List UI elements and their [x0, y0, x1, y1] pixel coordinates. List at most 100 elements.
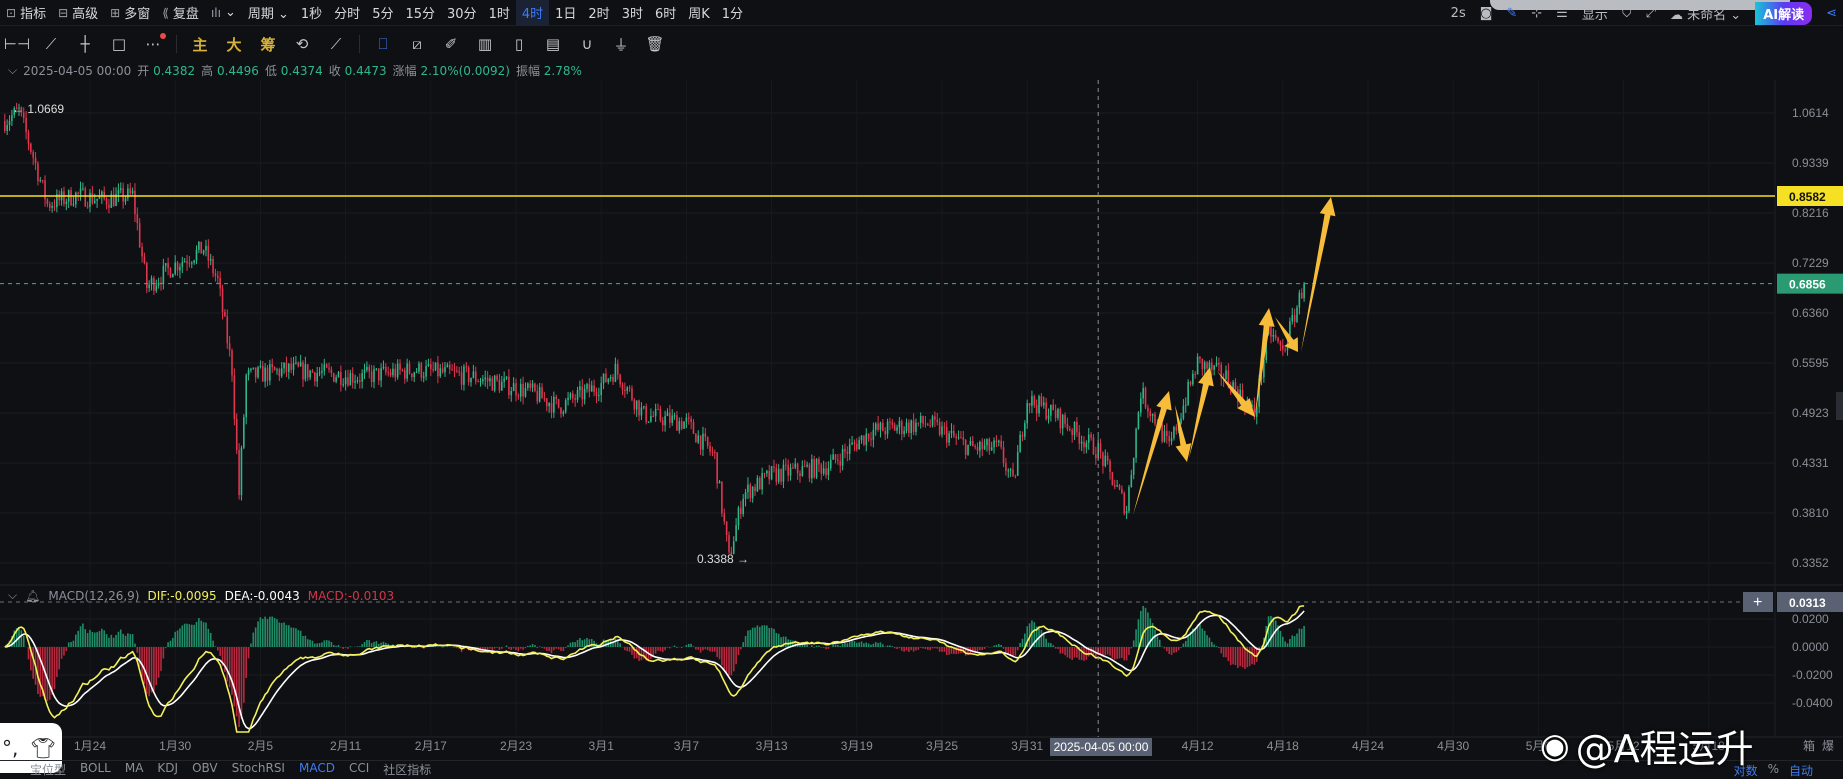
candle-body [896, 427, 898, 430]
candle-body [799, 473, 801, 476]
macd-bar [148, 647, 150, 696]
collapse-icon[interactable]: ⌵ [8, 588, 17, 603]
macd-bar [345, 647, 347, 648]
candle-body [392, 369, 394, 376]
candle-body [163, 266, 165, 284]
candle-body [364, 370, 366, 373]
macd-bar [993, 646, 995, 647]
candle-body [532, 384, 534, 388]
indicator-stochrsi[interactable]: StochRSI [232, 761, 285, 773]
macd-bar [1287, 643, 1289, 647]
macd-bar [1145, 608, 1147, 647]
candle-body [87, 206, 89, 207]
macd-bar [674, 646, 676, 647]
macd-bar [257, 621, 259, 647]
macd-bar [577, 640, 579, 647]
candle-body [757, 478, 759, 491]
macd-bar [506, 645, 508, 647]
candle-body [182, 262, 184, 267]
indicator-kdj[interactable]: KDJ [157, 761, 178, 773]
candle-body [854, 443, 856, 444]
candle-body [981, 442, 983, 449]
candle-body [787, 465, 789, 476]
candle-body [1183, 406, 1185, 419]
candle-body [773, 466, 775, 467]
macd-bar [1135, 629, 1137, 647]
side-panel-handle[interactable] [1836, 392, 1843, 420]
macd-bar [1296, 633, 1298, 647]
macd-bar [1299, 629, 1301, 647]
candle-body [63, 191, 65, 204]
candle-body [697, 435, 699, 442]
indicator-cci[interactable]: CCI [349, 761, 369, 773]
candle-body [148, 285, 150, 288]
macd-bar [137, 647, 139, 653]
candle-body [1031, 396, 1033, 406]
auto-scale-toggle[interactable]: 自动 [1789, 762, 1813, 779]
candle-body [11, 115, 13, 121]
macd-bar [1178, 647, 1180, 650]
candle-body [1003, 447, 1005, 463]
candle-body [103, 192, 105, 199]
candle-body [936, 420, 938, 422]
candle-body [579, 386, 581, 390]
macd-bar [321, 642, 323, 647]
macd-bar [835, 644, 837, 647]
candle-body [1041, 396, 1043, 405]
candle-body [873, 430, 875, 440]
candle-body [634, 400, 636, 410]
macd-bar [262, 619, 264, 647]
candle-body [432, 369, 434, 370]
candle-body [1050, 405, 1052, 416]
candle-body [1062, 415, 1064, 429]
candle-body [771, 466, 773, 479]
candle-body [132, 191, 134, 193]
candle-body [560, 408, 562, 414]
candle-body [544, 398, 546, 399]
macd-bar [522, 647, 524, 650]
candle-body [208, 246, 210, 261]
candle-body [1187, 382, 1189, 405]
macd-bar [1166, 647, 1168, 651]
indicator-macd[interactable]: MACD [299, 761, 335, 773]
indicator-社区指标[interactable]: 社区指标 [383, 761, 431, 773]
macd-bar [541, 647, 543, 648]
level-price-tag: 0.8582 [1789, 190, 1826, 204]
macd-bar [1128, 647, 1130, 655]
box-label[interactable]: 箱 [1803, 738, 1815, 753]
macd-bar [899, 647, 901, 648]
candle-body [839, 461, 841, 466]
indicator-宝位型[interactable]: 宝位型 [30, 761, 66, 773]
macd-bar [1048, 643, 1050, 647]
indicator-boll[interactable]: BOLL [80, 761, 111, 773]
candle-body [458, 371, 460, 372]
macd-bar [1119, 647, 1121, 658]
candle-body [986, 439, 988, 445]
macd-bar [255, 628, 257, 647]
candle-body [605, 374, 607, 382]
date-tick: 3月7 [674, 739, 700, 753]
collapse-icon[interactable]: ⌵ [8, 63, 17, 78]
macd-bar [155, 647, 157, 685]
candle-body [122, 188, 124, 201]
macd-title[interactable]: MACD(12,26,9) [48, 589, 139, 603]
macd-bar [484, 647, 486, 650]
macd-bar [366, 640, 368, 647]
candle-body [501, 382, 503, 391]
macd-bar [925, 647, 927, 649]
percent-scale-toggle[interactable]: % [1768, 762, 1779, 779]
indicator-ma[interactable]: MA [125, 761, 144, 773]
burst-label[interactable]: 爆 [1822, 739, 1834, 753]
candle-body [1034, 396, 1036, 405]
price-chart[interactable]: 1.06140.93390.82160.72290.63600.55950.49… [0, 0, 1843, 773]
macd-bar [558, 647, 560, 649]
bell-icon[interactable]: 🔔︎ [25, 589, 40, 603]
candle-body [809, 465, 811, 479]
candle-body [489, 378, 491, 381]
indicator-obv[interactable]: OBV [192, 761, 218, 773]
macd-bar [189, 624, 191, 647]
macd-bar [494, 647, 496, 648]
macd-bar [686, 645, 688, 647]
macd-bar [1211, 642, 1213, 647]
candle-body [922, 416, 924, 424]
